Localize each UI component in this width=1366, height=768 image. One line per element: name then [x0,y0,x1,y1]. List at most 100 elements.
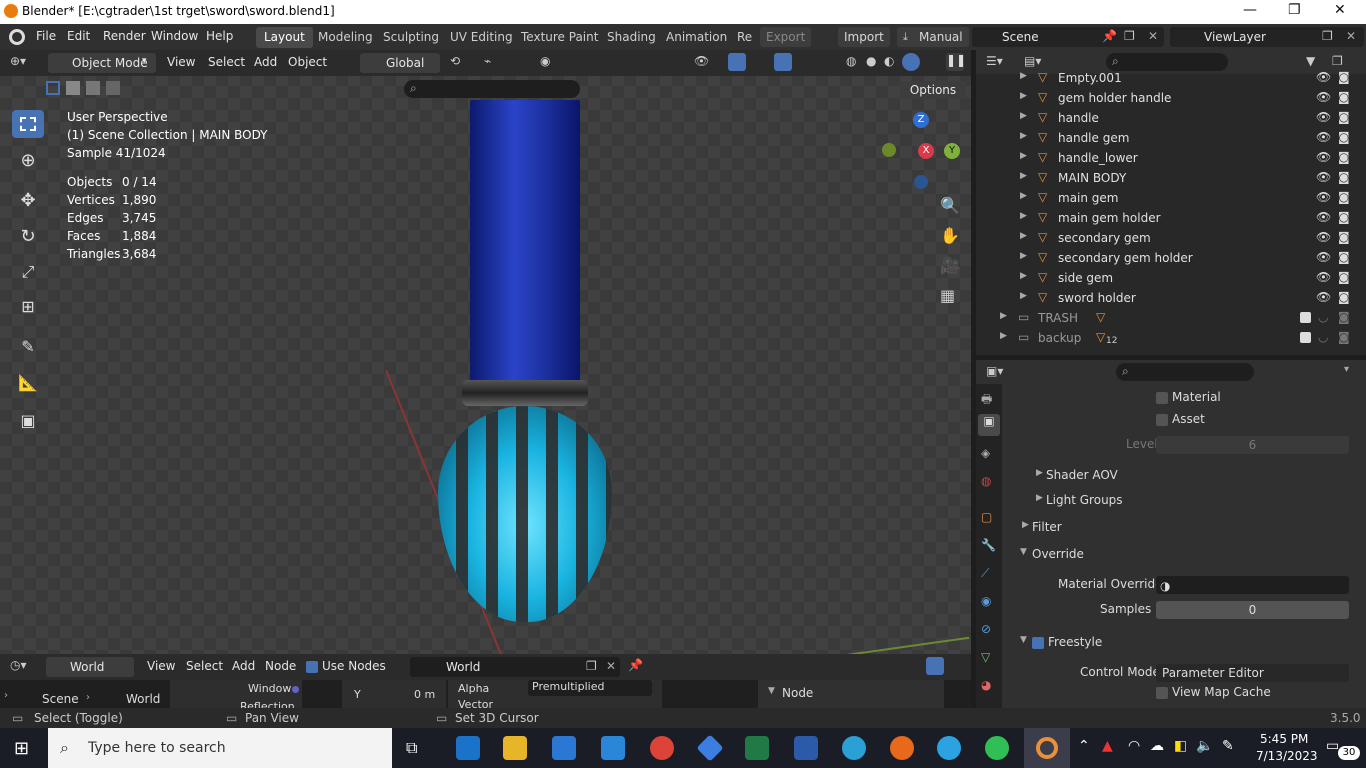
chrome-icon[interactable] [650,736,674,760]
outliner-item[interactable]: ▶ ▽ main gem holder 👁 ◙ [976,208,1366,228]
tab-uv-editing[interactable]: UV Editing [442,27,521,48]
shader-menu-select[interactable]: Select [186,659,223,673]
microsoft-store-icon[interactable] [552,736,576,760]
expand-arrow-icon[interactable]: ▶ [1020,91,1027,101]
expand-arrow-icon[interactable]: ▶ [1020,211,1027,221]
pivot-icon[interactable]: ⟲ [450,54,460,68]
outliner-item[interactable]: ▶ ▽ Empty.001 👁 ◙ [976,68,1366,88]
collection-include-checkbox[interactable] [1300,332,1311,343]
snap-icon[interactable]: ⌁ [484,54,491,68]
render-camera-icon[interactable]: ◙ [1338,230,1350,244]
task-view-icon[interactable]: ⧉ [406,738,417,758]
shader-type-dropdown[interactable]: World [46,657,134,677]
expand-arrow-icon[interactable]: ▶ [1020,71,1027,81]
render-camera-icon[interactable]: ◙ [1338,110,1350,124]
control-mode-dropdown[interactable]: Parameter Editor [1156,664,1349,682]
expand-arrow-icon[interactable]: ▶ [1020,291,1027,301]
outliner-item[interactable]: ▶ ▽ handle_lower 👁 ◙ [976,148,1366,168]
properties-search-field[interactable]: ⌕ [1116,363,1254,381]
camera-view-icon[interactable]: 🎥 [940,256,960,275]
outliner-item[interactable]: ▶ ▽ side gem 👁 ◙ [976,268,1366,288]
eye-icon[interactable]: 👁 [1316,190,1331,204]
constraints-tab-icon[interactable]: ⊘ [981,622,991,636]
eye-icon[interactable]: 👁 [1316,270,1331,284]
material-shading-icon[interactable]: ◐ [884,54,894,68]
tab-shading[interactable]: Shading [599,27,664,48]
export-button[interactable]: Export [760,27,812,47]
expand-arrow-icon[interactable]: ▶ [1020,151,1027,161]
y-field-value[interactable]: 0 m [414,688,435,701]
window-socket[interactable] [292,686,299,693]
editor-type-icon[interactable]: ⊕▾ [10,54,26,68]
alpha-mode-dropdown[interactable]: Premultiplied [528,680,652,696]
material-checkbox[interactable] [1156,392,1168,404]
menu-help[interactable]: Help [206,29,233,43]
menu-render[interactable]: Render [103,29,146,43]
freestyle-panel[interactable]: Freestyle [1048,635,1102,649]
gizmo-x-axis[interactable]: X [918,143,934,159]
object-tab-icon[interactable]: ▢ [981,510,992,524]
eye-icon[interactable]: 👁 [1316,290,1331,304]
eye-icon[interactable]: 👁 [1316,70,1331,84]
use-nodes-checkbox[interactable] [306,661,318,673]
telegram-icon[interactable] [937,736,961,760]
overlay-toggle-icon[interactable] [774,53,792,71]
expand-arrow-icon[interactable]: ▶ [1020,171,1027,181]
cursor-tool[interactable]: ⊕ [12,146,44,174]
expand-arrow-icon[interactable]: ▶ [1020,251,1027,261]
eye-icon[interactable]: 👁 [1316,230,1331,244]
menu-edit[interactable]: Edit [67,29,90,43]
shader-editor-canvas[interactable]: › Scene › World Window Reflection Y 0 m … [0,680,971,713]
mapping-node[interactable]: Y 0 m [342,680,446,708]
scale-tool[interactable]: ⤢ [12,258,44,286]
navigation-gizmo[interactable]: Z X Y [880,105,970,195]
eye-icon[interactable]: 👁 [1316,90,1331,104]
outliner-item[interactable]: ▶ ▽ handle gem 👁 ◙ [976,128,1366,148]
physics-tab-icon[interactable]: ◉ [981,594,991,608]
select-extend-icon[interactable] [66,81,80,95]
menu-file[interactable]: File [36,29,56,43]
file-explorer-icon[interactable] [503,736,527,760]
wireframe-shading-icon[interactable]: ◍ [846,54,856,68]
expand-arrow-icon[interactable]: ▶ [1020,271,1027,281]
tool-tab-icon[interactable]: 🖶 [981,390,992,411]
render-camera-icon[interactable]: ◙ [1338,90,1350,104]
asset-checkbox[interactable] [1156,414,1168,426]
shader-aov-panel[interactable]: Shader AOV [1046,468,1118,482]
import-button[interactable]: Import [838,27,890,47]
render-camera-icon[interactable]: ◙ [1338,250,1350,264]
new-view-layer-icon[interactable]: ❐ [1322,29,1333,43]
tab-layout[interactable]: Layout [256,27,313,48]
scene-tab-icon[interactable]: ◈ [981,446,990,460]
expand-arrow-icon[interactable]: ▶ [1020,131,1027,141]
excel-icon[interactable] [745,736,769,760]
unlink-world-icon[interactable]: ✕ [606,659,616,673]
move-tool[interactable]: ✥ [12,186,44,214]
new-collection-icon[interactable]: ❐ [1332,54,1343,68]
minimize-button[interactable]: — [1243,2,1257,18]
pdf-tray-icon[interactable]: ▲ [1102,738,1113,754]
gizmo-y-axis[interactable]: Y [944,143,960,159]
override-panel[interactable]: Override [1032,547,1084,561]
blender-taskbar-button[interactable] [1024,728,1070,768]
gizmo-neg-z[interactable] [914,175,928,189]
firefox-icon[interactable] [890,736,914,760]
environment-texture-node[interactable]: Alpha Premultiplied Vector [448,680,662,711]
visibility-icon[interactable]: 👁 [694,54,709,68]
view-layer-tab-icon[interactable]: ▣ [978,414,1000,436]
eye-hidden-icon[interactable]: ◡ [1318,310,1328,324]
eye-icon[interactable]: 👁 [1316,250,1331,264]
taskbar-date[interactable]: 7/13/2023 [1256,749,1318,763]
add-cube-tool[interactable]: ▣ [12,406,44,434]
outliner-item[interactable]: ▶ ▽ secondary gem 👁 ◙ [976,228,1366,248]
world-tab-icon[interactable]: ◍ [981,474,991,488]
transform-tool[interactable]: ⊞ [12,292,44,320]
scene-selector[interactable]: Scene 📌 ❐ ✕ [972,27,1164,47]
select-new-icon[interactable] [46,81,60,95]
pin-icon[interactable]: 📌 [628,658,643,672]
3d-viewport[interactable]: ⊕ ✥ ↻ ⤢ ⊞ ✎ 📐 ▣ User Perspective (1) Sce… [0,50,971,654]
app-diamond-icon[interactable] [696,734,724,762]
zoom-icon[interactable]: 🔍 [940,196,960,215]
expand-arrow-icon[interactable]: ▶ [1020,191,1027,201]
delete-scene-icon[interactable]: ✕ [1148,29,1158,43]
